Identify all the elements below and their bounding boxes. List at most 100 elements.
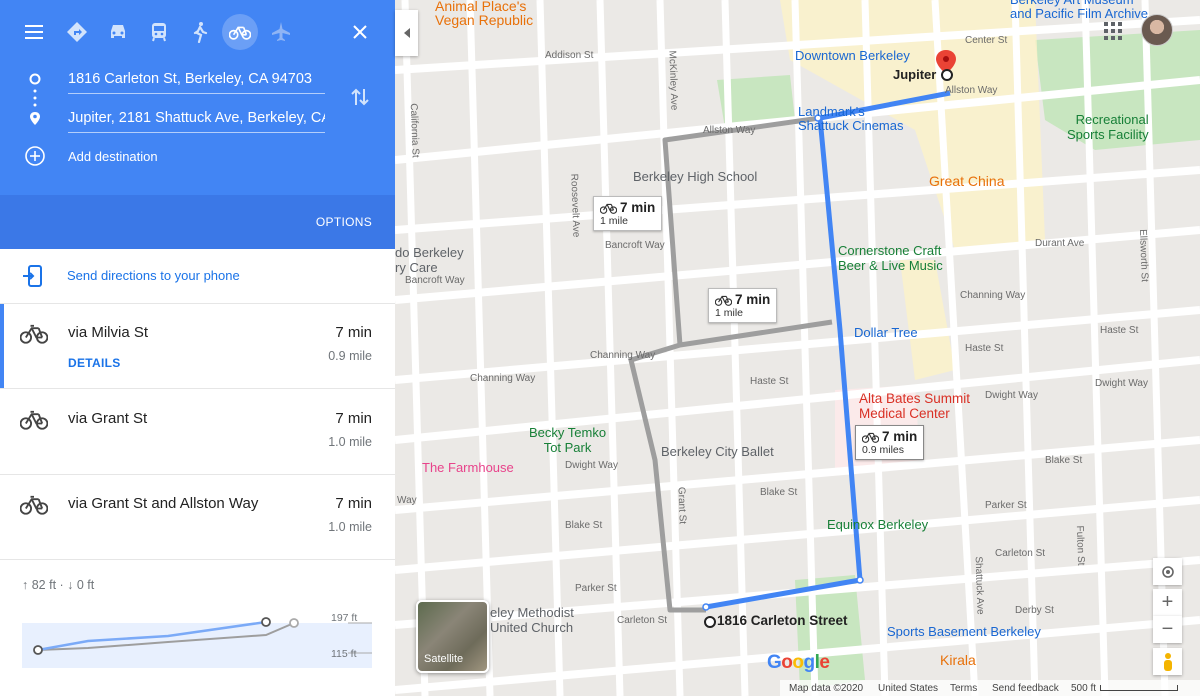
pegman-button[interactable] [1153, 648, 1182, 675]
poi-alta-bates[interactable]: Alta Bates Summit Medical Center [859, 391, 970, 421]
elevation-summary: ↑ 82 ft · ↓ 0 ft [22, 578, 95, 592]
poi-the-farmhouse[interactable]: The Farmhouse [422, 460, 514, 475]
bicycle-icon [715, 295, 732, 306]
menu-icon [25, 25, 43, 39]
destination-input[interactable]: Jupiter, 2181 Shattuck Ave, Berkeley, CA [68, 107, 325, 133]
poi-great-china[interactable]: Great China [929, 173, 1004, 189]
scale-bar [1100, 685, 1178, 691]
street-label: Center St [965, 35, 1008, 46]
options-button[interactable]: OPTIONS [316, 215, 372, 229]
bicycling-mode-button[interactable] [222, 14, 258, 50]
caret-left-icon [403, 28, 410, 38]
street-label: Shattuck Ave [972, 556, 986, 615]
bubble-time: 7 min [735, 292, 771, 307]
elevation-chart [22, 617, 372, 668]
zoom-in-button[interactable]: + [1153, 589, 1182, 616]
poi-animal-place[interactable]: Animal Place's Vegan Republic [435, 0, 533, 27]
street-label: Addison St [545, 50, 594, 61]
poi-berkeley-high[interactable]: Berkeley High School [633, 169, 757, 184]
origin-input[interactable]: 1816 Carleton St, Berkeley, CA 94703 [68, 68, 325, 94]
close-directions-button[interactable] [342, 14, 378, 50]
apps-grid-icon[interactable] [1104, 22, 1122, 40]
zoom-out-button[interactable]: − [1153, 616, 1182, 643]
poi-sports-basement[interactable]: Sports Basement Berkeley [887, 624, 1041, 639]
route-label: via Grant St [68, 410, 148, 427]
street-label: Bancroft Way [405, 275, 465, 286]
walking-mode-button[interactable] [182, 14, 218, 50]
poi-methodist[interactable]: eley Methodist United Church [490, 605, 574, 635]
origin-marker-icon[interactable] [703, 615, 717, 629]
poi-equinox[interactable]: Equinox Berkeley [827, 517, 928, 532]
elevation-section: ↑ 82 ft · ↓ 0 ft 197 ft 115 ft [0, 560, 395, 696]
account-avatar[interactable] [1141, 14, 1173, 46]
route-option[interactable]: via Milvia St 7 min 0.9 mile DETAILS [0, 304, 395, 389]
best-travel-mode-button[interactable] [59, 14, 95, 50]
feedback-link[interactable]: Send feedback [992, 683, 1059, 694]
bubble-distance: 1 mile [600, 215, 629, 227]
waypoint-connector-icon [29, 73, 41, 125]
app-root: Addison St Allston Way Allston Way Cente… [0, 0, 1200, 696]
elevation-high-label: 197 ft [331, 612, 358, 624]
street-label: Allston Way [703, 125, 756, 136]
poi-recreational[interactable]: Recreational Sports Facility [1067, 112, 1149, 142]
poi-dollar-tree[interactable]: Dollar Tree [854, 325, 918, 340]
driving-mode-button[interactable] [100, 14, 136, 50]
route-time: 7 min [335, 410, 372, 427]
poi-kirala[interactable]: Kirala [940, 652, 976, 668]
route-distance: 0.9 mile [328, 349, 372, 363]
send-to-phone-row[interactable]: Send directions to your phone [0, 249, 395, 304]
route-label: via Grant St and Allston Way [68, 495, 259, 512]
poi-landmarks[interactable]: Landmark's Shattuck Cinemas [798, 105, 904, 133]
route-distance: 1.0 mile [328, 520, 372, 534]
country-link[interactable]: United States [878, 683, 938, 694]
street-label: Dwight Way [1095, 378, 1148, 389]
street-label: Derby St [1015, 605, 1054, 616]
send-to-phone-link[interactable]: Send directions to your phone [67, 268, 240, 283]
satellite-label: Satellite [424, 653, 464, 665]
street-label: Channing Way [470, 373, 536, 384]
street-label: Blake St [1045, 455, 1083, 466]
street-label: Way [397, 495, 417, 506]
street-label: California St [407, 103, 421, 158]
street-label: Bancroft Way [605, 240, 665, 251]
bubble-distance: 1 mile [715, 307, 744, 319]
satellite-toggle[interactable]: Satellite [416, 600, 489, 673]
route-option[interactable]: via Grant St and Allston Way 7 min 1.0 m… [0, 475, 395, 560]
menu-button[interactable] [16, 14, 52, 50]
route-bubble-milvia[interactable]: 7 min 0.9 miles [855, 425, 925, 460]
poi-berkeley-city-ballet[interactable]: Berkeley City Ballet [661, 444, 774, 459]
route-details-button[interactable]: DETAILS [68, 356, 121, 370]
poi-art-museum[interactable]: Berkeley Art Museum and Pacific Film Arc… [1010, 0, 1148, 21]
street-label: Carleton St [617, 615, 668, 626]
elevation-alt-end-marker [289, 618, 299, 628]
collapse-panel-button[interactable] [395, 10, 418, 56]
transit-icon [152, 23, 166, 42]
route-bubble-allston[interactable]: 7 min 1 mile [708, 288, 778, 323]
route-option[interactable]: via Grant St 7 min 1.0 mile [0, 390, 395, 475]
map-canvas[interactable]: Addison St Allston Way Allston Way Cente… [395, 0, 1200, 696]
transit-mode-button[interactable] [141, 14, 177, 50]
my-location-button[interactable] [1153, 558, 1182, 585]
add-destination-icon[interactable] [24, 145, 46, 167]
street-label: Fulton St [1073, 525, 1087, 566]
poi-do-berkeley[interactable]: do Berkeley ry Care [395, 245, 464, 275]
directions-panel: 1816 Carleton St, Berkeley, CA 94703 Jup… [0, 0, 395, 696]
street-label: Channing Way [590, 350, 656, 361]
scale-label[interactable]: 500 ft [1071, 683, 1096, 694]
poi-becky-temko[interactable]: Becky Temko Tot Park [529, 425, 606, 455]
swap-directions-icon[interactable] [348, 85, 372, 109]
poi-cornerstone[interactable]: Cornerstone Craft Beer & Live Music [838, 243, 943, 273]
map-data-credit: Map data ©2020 [789, 683, 864, 694]
street-label: Haste St [1100, 325, 1139, 336]
poi-downtown-berkeley[interactable]: Downtown Berkeley [795, 48, 910, 63]
route-bubble-grant[interactable]: 7 min 1 mile [593, 196, 663, 231]
close-icon [353, 25, 367, 39]
flight-mode-button[interactable] [263, 14, 299, 50]
bubble-distance: 0.9 miles [862, 444, 905, 456]
poi-jupiter[interactable]: Jupiter [893, 67, 936, 82]
route-label: via Milvia St [68, 324, 149, 341]
elevation-low-label: 115 ft [331, 648, 357, 660]
terms-link[interactable]: Terms [950, 683, 977, 694]
add-destination-button[interactable]: Add destination [68, 149, 158, 164]
street-label: Blake St [760, 487, 798, 498]
